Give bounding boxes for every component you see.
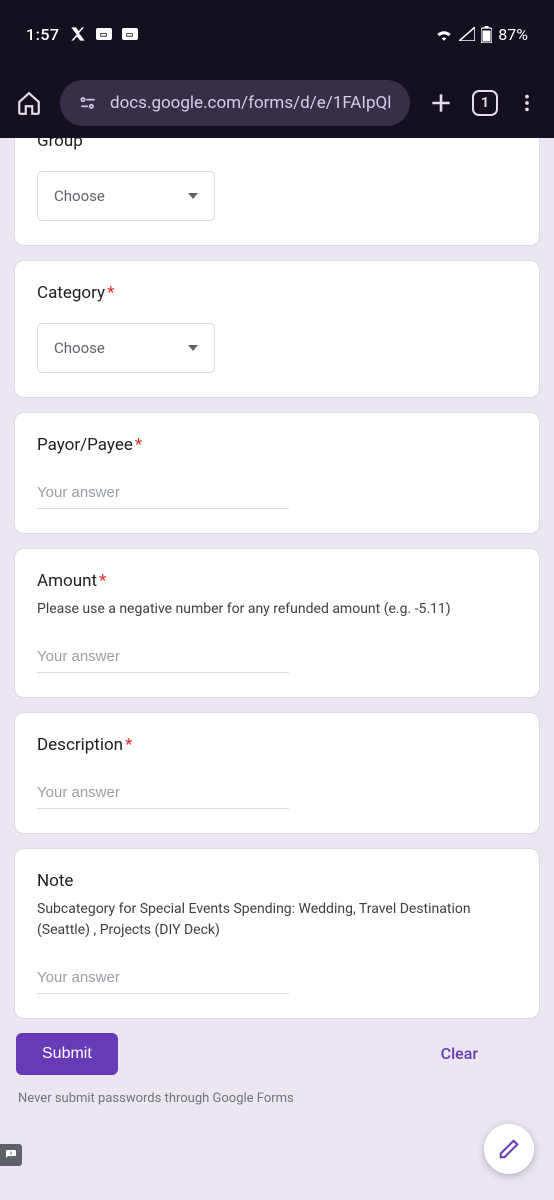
question-payor: Payor/Payee* — [14, 412, 540, 534]
url-text: docs.google.com/forms/d/e/1FAIpQl — [110, 93, 392, 113]
group-dropdown-value: Choose — [54, 187, 105, 205]
category-dropdown[interactable]: Choose — [37, 323, 215, 373]
browser-bar: docs.google.com/forms/d/e/1FAIpQl 1 — [0, 68, 554, 138]
chevron-down-icon — [188, 193, 198, 199]
new-tab-icon[interactable] — [428, 90, 454, 116]
form-content: Group Choose Category* Choose Payor/Paye… — [0, 138, 554, 1200]
status-bar: 1:57 ▭ ▭ 87% — [0, 0, 554, 68]
pencil-icon — [498, 1138, 520, 1160]
tab-count: 1 — [481, 95, 489, 111]
payor-label: Payor/Payee* — [37, 435, 517, 455]
wifi-icon — [435, 27, 453, 41]
cell-signal-icon — [459, 27, 475, 41]
news-icon-1: ▭ — [96, 28, 112, 40]
question-group: Group Choose — [14, 138, 540, 246]
question-category: Category* Choose — [14, 260, 540, 398]
category-dropdown-value: Choose — [54, 339, 105, 357]
note-label: Note — [37, 871, 517, 891]
amount-input[interactable] — [37, 641, 289, 673]
payor-input[interactable] — [37, 477, 289, 509]
description-input[interactable] — [37, 777, 289, 809]
feedback-tab[interactable] — [0, 1144, 22, 1166]
overflow-menu-icon[interactable] — [516, 92, 538, 114]
news-icon-2: ▭ — [122, 28, 138, 40]
battery-icon — [481, 26, 492, 43]
site-settings-icon — [78, 93, 98, 113]
form-actions: Submit Clear — [14, 1033, 540, 1075]
x-app-icon — [70, 26, 86, 42]
note-input[interactable] — [37, 962, 289, 994]
clear-form-link[interactable]: Clear — [441, 1044, 538, 1063]
group-dropdown[interactable]: Choose — [37, 171, 215, 221]
status-time: 1:57 — [26, 25, 60, 44]
question-note: Note Subcategory for Special Events Spen… — [14, 848, 540, 1019]
amount-desc: Please use a negative number for any ref… — [37, 599, 517, 619]
note-desc: Subcategory for Special Events Spending:… — [37, 899, 517, 940]
chevron-down-icon — [188, 345, 198, 351]
url-bar[interactable]: docs.google.com/forms/d/e/1FAIpQl — [60, 80, 410, 126]
category-label: Category* — [37, 283, 517, 303]
description-label: Description* — [37, 735, 517, 755]
question-amount: Amount* Please use a negative number for… — [14, 548, 540, 698]
home-icon[interactable] — [16, 90, 42, 116]
tab-switcher[interactable]: 1 — [472, 90, 498, 116]
question-description: Description* — [14, 712, 540, 834]
amount-label: Amount* — [37, 571, 517, 591]
submit-button[interactable]: Submit — [16, 1033, 118, 1075]
group-label: Group — [37, 138, 517, 151]
battery-percent: 87% — [498, 25, 528, 44]
password-disclaimer: Never submit passwords through Google Fo… — [14, 1091, 540, 1106]
edit-fab[interactable] — [484, 1124, 534, 1174]
